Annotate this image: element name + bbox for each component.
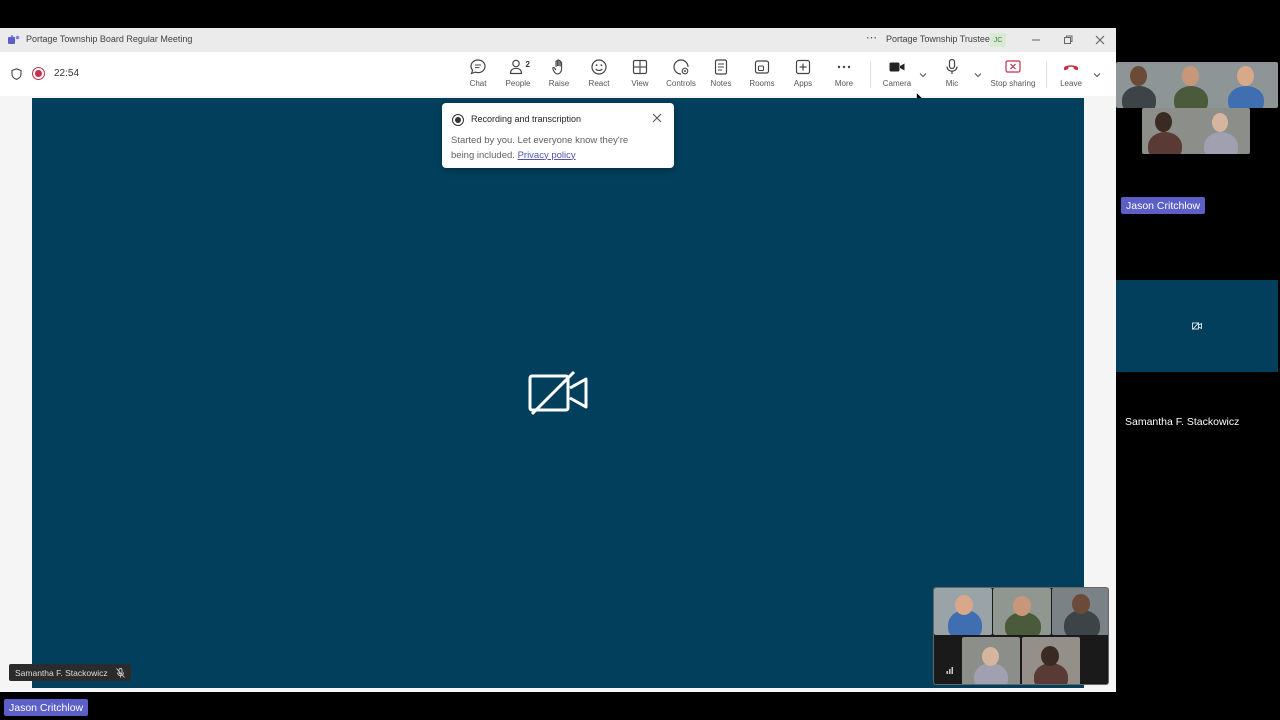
room-camera-tile [1142, 108, 1250, 154]
more-label: More [834, 79, 854, 88]
title-more-icon[interactable]: ⋯ [866, 31, 878, 44]
apps-button[interactable]: Apps [781, 58, 825, 92]
notification-body: Started by you. Let everyone know they'r… [451, 134, 651, 163]
leave-icon [1064, 65, 1078, 71]
stop-sharing-icon [1005, 60, 1021, 73]
people-button[interactable]: 2 People [496, 58, 540, 92]
react-button[interactable]: React [577, 58, 621, 92]
view-icon [632, 59, 648, 75]
leave-button[interactable]: Leave [1049, 58, 1093, 92]
mic-off-icon [115, 667, 125, 678]
participant-video [993, 588, 1051, 635]
room-camera-tile [1116, 62, 1278, 108]
react-label: React [588, 79, 610, 88]
camera-off-icon [528, 370, 588, 416]
mic-button[interactable]: Mic [930, 58, 974, 92]
notes-button[interactable]: Notes [699, 58, 743, 92]
toolbar-divider [1046, 62, 1047, 88]
view-button[interactable]: View [618, 58, 662, 92]
notes-label: Notes [710, 79, 732, 88]
raise-hand-button[interactable]: Raise [537, 58, 581, 92]
signal-icon [946, 667, 953, 674]
chat-button[interactable]: Chat [456, 58, 500, 92]
privacy-policy-link[interactable]: Privacy policy [518, 150, 576, 161]
controls-icon [673, 59, 689, 75]
controls-button[interactable]: Controls [659, 58, 703, 92]
mic-options-chevron-down-icon[interactable] [973, 70, 983, 80]
participant-video [962, 637, 1020, 684]
meeting-timer: 22:54 [54, 68, 80, 79]
apps-icon [795, 59, 811, 75]
self-name-chip: Jason Critchlow [4, 699, 89, 716]
shield-icon [11, 68, 22, 80]
close-icon [1095, 35, 1105, 45]
rooms-label: Rooms [749, 79, 775, 88]
screen: Portage Township Board Regular Meeting ⋯… [0, 0, 1280, 720]
shared-content-stage: Samantha F. Stackowicz [9, 98, 1084, 688]
stop-sharing-label: Stop sharing [990, 79, 1036, 88]
title-bar: Portage Township Board Regular Meeting ⋯… [0, 28, 1116, 52]
participant-video-off-tile [1116, 280, 1278, 372]
close-window-button[interactable] [1090, 30, 1110, 50]
toolbar-divider [870, 62, 871, 88]
more-icon [837, 65, 851, 69]
camera-label: Camera [882, 79, 912, 88]
minimize-icon [1032, 39, 1040, 41]
chat-icon [470, 59, 486, 75]
teams-icon [8, 35, 20, 44]
controls-label: Controls [666, 79, 696, 88]
recording-icon [32, 67, 45, 80]
leave-options-chevron-down-icon[interactable] [1092, 70, 1102, 80]
react-icon [591, 59, 607, 75]
participant-video [1022, 637, 1080, 684]
account-name: Portage Township Trustee [886, 34, 990, 44]
participant-name-chip: Jason Critchlow [1121, 197, 1206, 214]
mic-label: Mic [945, 79, 959, 88]
apps-label: Apps [793, 79, 813, 88]
participant-name: Samantha F. Stackowicz [1125, 416, 1240, 428]
rooms-button[interactable]: Rooms [740, 58, 784, 92]
participant-video [1052, 588, 1108, 635]
close-icon[interactable] [650, 111, 664, 125]
notification-title: Recording and transcription [471, 114, 582, 124]
stop-sharing-button[interactable]: Stop sharing [986, 58, 1040, 92]
people-label: People [505, 79, 531, 88]
notes-icon [714, 59, 728, 75]
meeting-title: Portage Township Board Regular Meeting [26, 34, 193, 44]
restore-icon [1064, 35, 1073, 44]
speaker-name: Samantha F. Stackowicz [15, 667, 108, 678]
recording-icon [452, 114, 464, 126]
minimize-button[interactable] [1026, 30, 1046, 50]
video-gallery-overlay[interactable] [933, 587, 1109, 685]
participant-video [934, 588, 992, 635]
raise-label: Raise [548, 79, 570, 88]
leave-label: Leave [1060, 79, 1082, 88]
mic-icon [946, 58, 958, 74]
recording-notification: Recording and transcription Started by y… [442, 103, 674, 168]
people-icon [509, 59, 523, 75]
speaker-name-tag: Samantha F. Stackowicz [9, 664, 131, 681]
meeting-toolbar: 22:54 Chat 2 People Raise React View Con… [0, 52, 1116, 103]
chat-label: Chat [469, 79, 487, 88]
account-avatar[interactable]: JC [990, 33, 1006, 47]
camera-off-icon [1192, 322, 1202, 330]
camera-icon [889, 62, 905, 72]
people-count: 2 [525, 60, 530, 69]
teams-meeting-window: Portage Township Board Regular Meeting ⋯… [0, 28, 1116, 692]
raise-hand-icon [552, 59, 563, 75]
camera-options-chevron-down-icon[interactable] [918, 70, 928, 80]
restore-button[interactable] [1058, 30, 1078, 50]
camera-button[interactable]: Camera [875, 58, 919, 92]
view-label: View [631, 79, 649, 88]
rooms-icon [754, 60, 770, 74]
more-button[interactable]: More [822, 58, 866, 92]
